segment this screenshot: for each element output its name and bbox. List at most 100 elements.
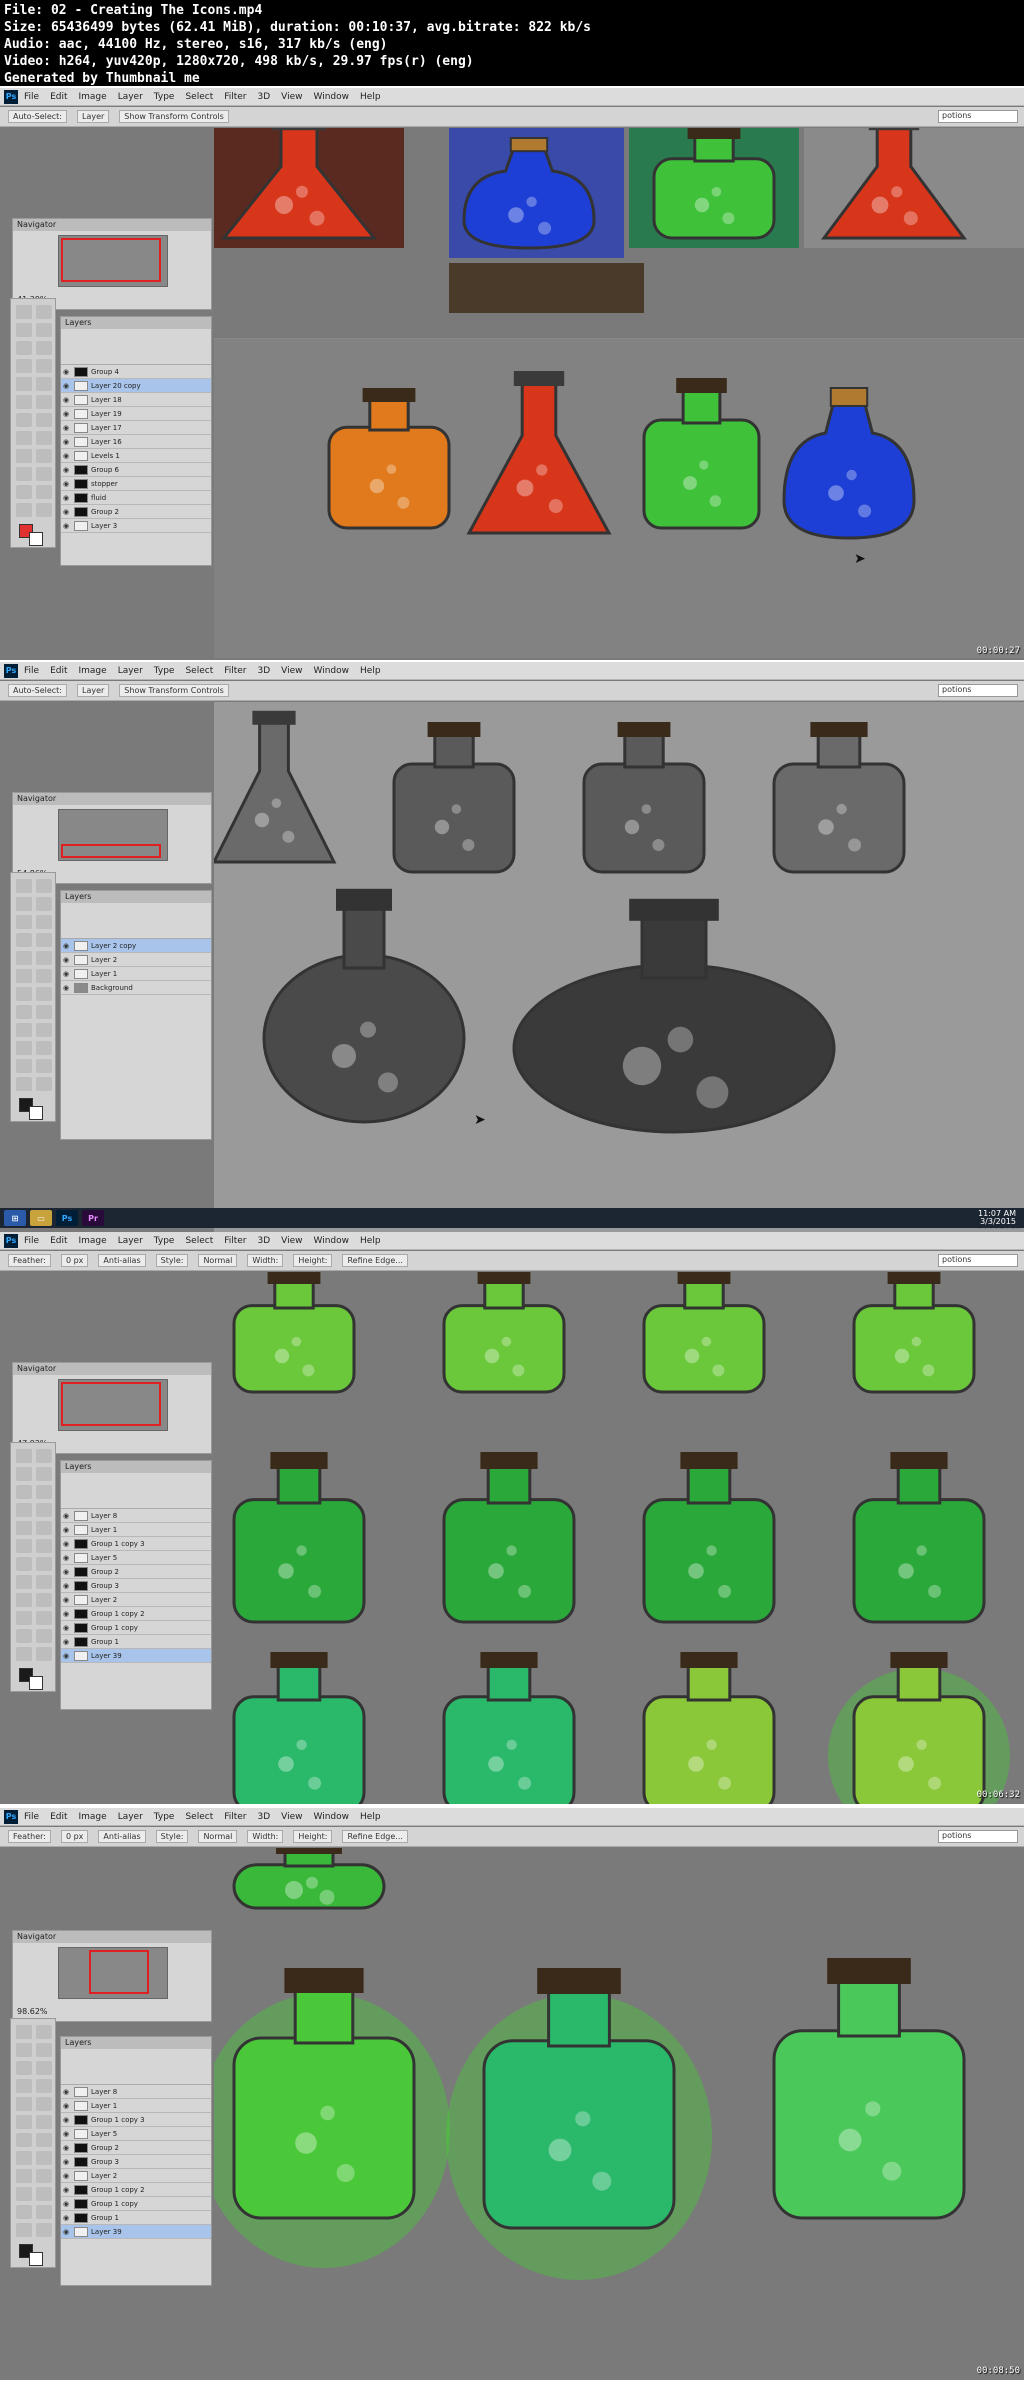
menu-item[interactable]: Help <box>360 92 381 102</box>
tool-icon[interactable] <box>36 395 52 409</box>
tool-icon[interactable] <box>36 2115 52 2129</box>
tool-icon[interactable] <box>36 1503 52 1517</box>
option-control[interactable]: Style: <box>155 1830 189 1843</box>
zoom-level[interactable]: 98.62% <box>17 2007 48 2016</box>
document-canvas[interactable]: ➤ <box>214 702 1024 1236</box>
visibility-eye-icon[interactable]: ◉ <box>61 2172 71 2180</box>
navigator-thumbnail[interactable] <box>58 1379 168 1431</box>
menu-item[interactable]: Filter <box>224 92 246 102</box>
menu-item[interactable]: Select <box>185 92 213 102</box>
workspace-select[interactable]: potions <box>938 1830 1018 1843</box>
navigator-view-box[interactable] <box>61 1382 161 1426</box>
tool-icon[interactable] <box>36 2151 52 2165</box>
menu-item[interactable]: View <box>281 1812 302 1822</box>
visibility-eye-icon[interactable]: ◉ <box>61 424 71 432</box>
tool-icon[interactable] <box>16 2133 32 2147</box>
tool-icon[interactable] <box>16 2061 32 2075</box>
tool-icon[interactable] <box>16 1647 32 1661</box>
navigator-thumbnail[interactable] <box>58 235 168 287</box>
menu-item[interactable]: Layer <box>118 92 143 102</box>
background-color-swatch[interactable] <box>29 532 43 546</box>
tool-icon[interactable] <box>36 2097 52 2111</box>
menu-item[interactable]: Select <box>185 1812 213 1822</box>
layer-row[interactable]: ◉ Group 1 copy 3 <box>61 2113 211 2127</box>
menu-item[interactable]: Select <box>185 666 213 676</box>
visibility-eye-icon[interactable]: ◉ <box>61 2214 71 2222</box>
tool-icon[interactable] <box>36 2169 52 2183</box>
layer-row[interactable]: ◉ Group 1 copy <box>61 2197 211 2211</box>
tool-icon[interactable] <box>16 1557 32 1571</box>
layer-row[interactable]: ◉ Layer 2 <box>61 953 211 967</box>
layer-row[interactable]: ◉ Group 1 copy 2 <box>61 2183 211 2197</box>
layer-row[interactable]: ◉ Group 3 <box>61 1579 211 1593</box>
navigator-thumbnail[interactable] <box>58 809 168 861</box>
tool-icon[interactable] <box>16 897 32 911</box>
option-control[interactable]: Anti-alias <box>98 1254 146 1267</box>
tool-icon[interactable] <box>36 485 52 499</box>
option-control[interactable]: Layer <box>76 684 110 697</box>
layer-row[interactable]: ◉ Layer 1 <box>61 967 211 981</box>
menu-item[interactable]: Type <box>154 1236 175 1246</box>
layer-row[interactable]: ◉ Group 2 <box>61 1565 211 1579</box>
menu-item[interactable]: Edit <box>50 666 67 676</box>
tool-icon[interactable] <box>16 1593 32 1607</box>
menu-item[interactable]: Type <box>154 92 175 102</box>
tool-icon[interactable] <box>36 915 52 929</box>
visibility-eye-icon[interactable]: ◉ <box>61 410 71 418</box>
option-control[interactable]: Width: <box>247 1830 284 1843</box>
option-control[interactable]: Show Transform Controls <box>119 684 229 697</box>
visibility-eye-icon[interactable]: ◉ <box>61 2228 71 2236</box>
option-control[interactable]: Feather: <box>8 1254 51 1267</box>
menu-item[interactable]: Edit <box>50 1812 67 1822</box>
menu-item[interactable]: Image <box>79 92 107 102</box>
workspace-select[interactable]: potions <box>938 110 1018 123</box>
taskbar-app-photoshop[interactable]: Ps <box>56 1210 78 1226</box>
tool-icon[interactable] <box>16 485 32 499</box>
tool-icon[interactable] <box>16 2115 32 2129</box>
option-control[interactable]: Auto-Select: <box>8 684 67 697</box>
navigator-view-box[interactable] <box>61 238 161 282</box>
option-control[interactable]: Style: <box>155 1254 189 1267</box>
visibility-eye-icon[interactable]: ◉ <box>61 452 71 460</box>
visibility-eye-icon[interactable]: ◉ <box>61 2088 71 2096</box>
menu-item[interactable]: View <box>281 1236 302 1246</box>
layer-row[interactable]: ◉ Layer 20 copy <box>61 379 211 393</box>
tool-icon[interactable] <box>16 467 32 481</box>
visibility-eye-icon[interactable]: ◉ <box>61 396 71 404</box>
layer-row[interactable]: ◉ Layer 19 <box>61 407 211 421</box>
option-control[interactable]: Show Transform Controls <box>119 110 229 123</box>
tool-icon[interactable] <box>36 323 52 337</box>
layer-row[interactable]: ◉ Layer 2 <box>61 2169 211 2183</box>
tool-icon[interactable] <box>36 1005 52 1019</box>
layer-row[interactable]: ◉ Layer 2 copy <box>61 939 211 953</box>
tool-icon[interactable] <box>36 1611 52 1625</box>
option-control[interactable]: 0 px <box>60 1254 89 1267</box>
visibility-eye-icon[interactable]: ◉ <box>61 1582 71 1590</box>
visibility-eye-icon[interactable]: ◉ <box>61 382 71 390</box>
layer-row[interactable]: ◉ Layer 18 <box>61 393 211 407</box>
tool-icon[interactable] <box>36 377 52 391</box>
navigator-view-box[interactable] <box>61 844 161 858</box>
tool-icon[interactable] <box>16 2043 32 2057</box>
tool-icon[interactable] <box>36 969 52 983</box>
layer-row[interactable]: ◉ Layer 5 <box>61 1551 211 1565</box>
menu-item[interactable]: File <box>24 1236 39 1246</box>
menu-item[interactable]: File <box>24 1812 39 1822</box>
document-canvas[interactable] <box>214 1272 1024 1806</box>
menu-item[interactable]: File <box>24 666 39 676</box>
layer-row[interactable]: ◉ Group 1 copy 2 <box>61 1607 211 1621</box>
layer-row[interactable]: ◉ stopper <box>61 477 211 491</box>
visibility-eye-icon[interactable]: ◉ <box>61 984 71 992</box>
tool-icon[interactable] <box>16 1503 32 1517</box>
menu-item[interactable]: Help <box>360 666 381 676</box>
document-canvas[interactable]: ➤ <box>214 128 1024 662</box>
tool-icon[interactable] <box>36 1557 52 1571</box>
menu-item[interactable]: Type <box>154 666 175 676</box>
tool-icon[interactable] <box>36 1041 52 1055</box>
layer-row[interactable]: ◉ Group 6 <box>61 463 211 477</box>
tool-icon[interactable] <box>36 1485 52 1499</box>
visibility-eye-icon[interactable]: ◉ <box>61 522 71 530</box>
menu-item[interactable]: Select <box>185 1236 213 1246</box>
workspace-select[interactable]: potions <box>938 684 1018 697</box>
option-control[interactable]: Anti-alias <box>98 1830 146 1843</box>
